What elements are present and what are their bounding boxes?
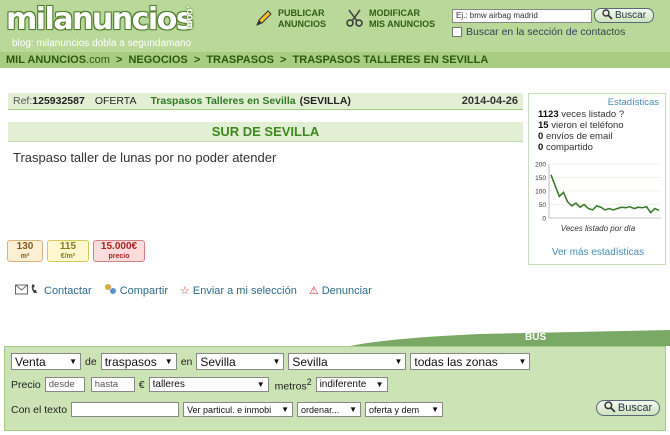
ad-title: SUR DE SEVILLA bbox=[8, 122, 523, 142]
ad-reference: Ref:125932587 bbox=[13, 95, 85, 107]
modify-ads-button[interactable]: MODIFICAR MIS ANUNCIOS bbox=[345, 8, 449, 30]
contacts-checkbox[interactable] bbox=[452, 27, 462, 37]
ad-reference-bar: Ref:125932587 OFERTA Traspasos Talleres … bbox=[8, 93, 523, 110]
m2-label: metros2 bbox=[274, 377, 312, 393]
contacts-search-option[interactable]: Buscar en la sección de contactos bbox=[452, 26, 625, 38]
scissors-icon bbox=[345, 8, 365, 28]
filter-row-text: Con el texto Ver particul. e inmobi ▼ ord… bbox=[11, 402, 444, 417]
breadcrumb-item[interactable]: TRASPASOS bbox=[206, 54, 274, 66]
blog-link[interactable]: blog: milanuncios dobla a segundamano bbox=[12, 38, 191, 49]
chart-y-tick-label: 200 bbox=[535, 162, 546, 169]
stat-listed: 1123 veces listado ? bbox=[538, 109, 625, 120]
chart-y-tick-label: 100 bbox=[535, 189, 546, 196]
en-label: en bbox=[180, 355, 193, 368]
magnifier-icon bbox=[602, 8, 613, 23]
search-input[interactable]: Ej.: bmw airbag madrid bbox=[452, 9, 592, 23]
report-button[interactable]: ⚠ Denunciar bbox=[308, 284, 372, 298]
listings-per-day-chart: 200 150 100 50 0 bbox=[535, 162, 661, 223]
stat-shared: 0 compartido bbox=[538, 142, 593, 153]
search-button[interactable]: Buscar bbox=[594, 8, 654, 23]
price-badge: 15.000€ precio bbox=[93, 240, 145, 262]
breadcrumb: MIL ANUNCIOS.com > NEGOCIOS > TRASPASOS … bbox=[0, 52, 670, 68]
search-filter-panel: Venta ▼ de traspasos ▼ en Sevilla ▼ Sevilla… bbox=[4, 346, 666, 431]
site-header: milanuncios .com blog: milanuncios dobla… bbox=[0, 0, 670, 68]
ad-category-link[interactable]: Traspasos Talleres en Sevilla bbox=[150, 95, 295, 107]
modify-ads-label: MODIFICAR MIS ANUNCIOS bbox=[369, 8, 436, 29]
statistics-panel: Estadísticas 1123 veces listado ? 15 vie… bbox=[528, 93, 666, 265]
de-label: de bbox=[85, 355, 97, 368]
star-icon: ☆ bbox=[180, 285, 190, 297]
publish-ads-button[interactable]: PUBLICAR ANUNCIOS bbox=[254, 8, 358, 30]
filter-row-price: Precio desde hasta € talleres ▼ metros2 i… bbox=[11, 377, 388, 393]
search-button-label: Buscar bbox=[614, 10, 647, 21]
operation-select[interactable]: Venta ▼ bbox=[11, 353, 81, 370]
save-selection-button[interactable]: ☆ Enviar a mi selección bbox=[180, 284, 297, 298]
statistics-title[interactable]: Estadísticas bbox=[608, 97, 659, 108]
share-button[interactable]: Compartir bbox=[104, 283, 168, 298]
report-label: Denunciar bbox=[321, 284, 372, 297]
contacts-checkbox-label: Buscar en la sección de contactos bbox=[466, 26, 626, 38]
ad-description: Traspaso taller de lunas por no poder at… bbox=[13, 150, 277, 165]
search-panel-banner bbox=[350, 330, 670, 346]
subcategory-select[interactable]: talleres ▼ bbox=[148, 377, 269, 393]
stat-emails: 0 envíos de email bbox=[538, 131, 613, 142]
chart-y-tick-label: 150 bbox=[535, 175, 546, 182]
filter-row-main: Venta ▼ de traspasos ▼ en Sevilla ▼ Sevilla… bbox=[11, 353, 531, 370]
contact-button[interactable]: Contactar bbox=[15, 283, 92, 298]
pencil-icon bbox=[254, 8, 274, 28]
magnifier-icon bbox=[604, 400, 616, 416]
contact-label: Contactar bbox=[44, 284, 92, 297]
filter-search-label: Buscar bbox=[617, 402, 653, 414]
stat-phone-views: 15 vieron el teléfono bbox=[538, 120, 624, 131]
ad-actions: Contactar Compartir ☆ Enviar a mi selecc… bbox=[15, 283, 384, 298]
text-search-input[interactable] bbox=[71, 402, 180, 417]
category-select[interactable]: traspasos ▼ bbox=[100, 353, 177, 370]
ad-badges: 130 m² 115 €/m² 15.000€ precio bbox=[7, 240, 145, 262]
ad-province: (SEVILLA) bbox=[299, 95, 351, 107]
offer-type-select[interactable]: oferta y dem ▼ bbox=[365, 402, 444, 417]
share-icon bbox=[104, 283, 117, 298]
ad-type: OFERTA bbox=[94, 95, 137, 107]
search-panel-banner-label: BUS bbox=[525, 332, 547, 343]
chart-y-tick-label: 0 bbox=[542, 216, 546, 223]
chart-series-line bbox=[550, 174, 660, 214]
site-logo-suffix: .com bbox=[184, 6, 195, 30]
more-statistics-link[interactable]: Ver más estadísticas bbox=[529, 247, 667, 258]
area-badge: 130 m² bbox=[7, 240, 43, 262]
site-logo[interactable]: milanuncios bbox=[6, 2, 194, 37]
envelope-phone-icon bbox=[15, 283, 41, 298]
currency-label: € bbox=[138, 378, 145, 391]
filter-search-button[interactable]: Buscar bbox=[596, 400, 660, 416]
price-label: Precio bbox=[11, 378, 41, 391]
m2-select[interactable]: indiferente ▼ bbox=[315, 377, 388, 393]
breadcrumb-item[interactable]: NEGOCIOS bbox=[128, 54, 187, 66]
price-per-m2-badge: 115 €/m² bbox=[47, 240, 89, 262]
zone-select[interactable]: todas las zonas ▼ bbox=[410, 353, 531, 370]
seller-type-select[interactable]: Ver particul. e inmobi ▼ bbox=[183, 402, 294, 417]
region-select[interactable]: Sevilla ▼ bbox=[196, 353, 285, 370]
price-to-input[interactable]: hasta bbox=[90, 377, 135, 393]
text-label: Con el texto bbox=[11, 403, 68, 416]
city-select[interactable]: Sevilla ▼ bbox=[288, 353, 407, 370]
chart-y-tick-label: 50 bbox=[539, 202, 547, 209]
breadcrumb-item[interactable]: TRASPASOS TALLERES EN SEVILLA bbox=[293, 54, 489, 66]
price-from-input[interactable]: desde bbox=[44, 377, 85, 393]
breadcrumb-home[interactable]: MIL ANUNCIOS.com bbox=[6, 54, 110, 66]
share-label: Compartir bbox=[119, 284, 168, 297]
ad-date: 2014-04-26 bbox=[461, 95, 518, 107]
order-select[interactable]: ordenar... ▼ bbox=[297, 402, 362, 417]
chart-caption: Veces listado por día bbox=[560, 224, 636, 233]
save-selection-label: Enviar a mi selección bbox=[192, 284, 297, 297]
warning-icon: ⚠ bbox=[308, 285, 319, 297]
